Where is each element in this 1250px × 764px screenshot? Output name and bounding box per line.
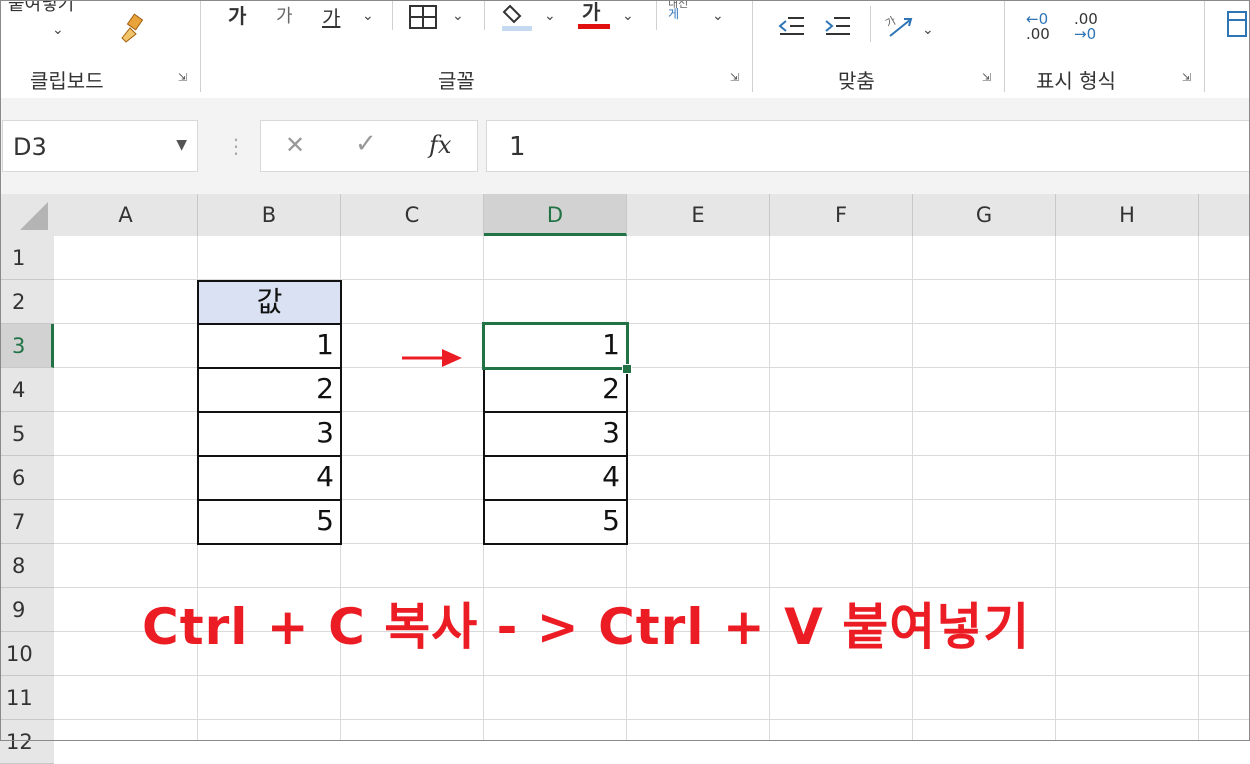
number-group-label: 표시 형식 [1036, 69, 1116, 93]
underline-button[interactable]: 가 [322, 2, 340, 31]
row-header-9[interactable]: 9 [0, 588, 54, 632]
column-header-F[interactable]: F [770, 194, 913, 236]
select-all-corner[interactable] [0, 194, 54, 236]
fill-handle[interactable] [622, 364, 632, 374]
font-group-label: 글꼴 [438, 69, 475, 93]
group-divider [200, 0, 201, 92]
decrease-decimal-icon[interactable]: .00 →0 [1074, 12, 1098, 42]
column-header-B[interactable]: B [198, 194, 341, 236]
spreadsheet-grid: A B C D E F G H 1 2 3 4 5 6 7 8 9 10 11 … [0, 174, 1250, 764]
row-header-5[interactable]: 5 [0, 412, 54, 456]
cell-D4[interactable]: 2 [483, 367, 628, 413]
format-painter-icon[interactable] [116, 12, 148, 48]
row-header-12[interactable]: 12 [0, 720, 54, 764]
cell-B7[interactable]: 5 [197, 499, 342, 545]
borders-chevron-icon[interactable]: ⌄ [452, 8, 464, 24]
row-header-10[interactable]: 10 [0, 632, 54, 676]
row-header-11[interactable]: 11 [0, 676, 54, 720]
divider [484, 0, 485, 30]
grid-top-gap [0, 174, 1250, 194]
phonetic-chevron-icon[interactable]: ⌄ [712, 8, 724, 24]
ribbon-footer [0, 98, 1250, 118]
cell-D6[interactable]: 4 [483, 455, 628, 501]
select-all-triangle-icon [20, 202, 48, 230]
column-header-H[interactable]: H [1056, 194, 1199, 236]
number-launcher-icon[interactable]: ⇲ [1182, 72, 1194, 84]
conditional-format-icon[interactable] [1226, 10, 1248, 42]
group-divider [752, 0, 753, 92]
instruction-annotation: Ctrl + C 복사 - > Ctrl + V 붙여넣기 [142, 598, 1031, 656]
font-launcher-icon[interactable]: ⇲ [730, 72, 742, 84]
enter-icon[interactable]: ✓ [355, 129, 377, 159]
column-header-D[interactable]: D [484, 194, 627, 236]
column-header-A[interactable]: A [54, 194, 198, 236]
increase-decimal-bottom: .00 [1026, 25, 1050, 43]
formula-bar-grip-icon[interactable]: ⋮ [226, 134, 246, 158]
gridline [54, 675, 1250, 676]
orientation-chevron-icon[interactable]: ⌄ [922, 22, 934, 38]
name-box-value: D3 [13, 133, 47, 161]
column-header-E[interactable]: E [627, 194, 770, 236]
borders-icon[interactable] [408, 4, 440, 34]
font-color-chevron-icon[interactable]: ⌄ [622, 8, 634, 24]
formula-input[interactable]: 1 [486, 120, 1250, 172]
row-header-7[interactable]: 7 [0, 500, 54, 544]
alignment-group-label: 맞춤 [838, 69, 875, 93]
font-color-button[interactable]: 가 [582, 0, 600, 25]
gridline [1055, 236, 1056, 741]
fill-color-icon[interactable] [500, 2, 534, 36]
group-divider [1204, 0, 1205, 92]
font-color-swatch [578, 24, 610, 29]
ribbon: 붙여넣기 ⌄ 클립보드 ⇲ 가 가 가 ⌄ ⌄ ⌄ 가 ⌄ 내선 게 ⌄ 글꼴 ⇲… [0, 0, 1250, 99]
row-header-8[interactable]: 8 [0, 544, 54, 588]
formula-value: 1 [509, 132, 526, 162]
cell-D5[interactable]: 3 [483, 411, 628, 457]
row-header-4[interactable]: 4 [0, 368, 54, 412]
insert-function-button[interactable]: fx [429, 131, 451, 159]
active-cell-selection [482, 322, 629, 370]
clipboard-group-label: 클립보드 [30, 69, 104, 93]
cell-B4[interactable]: 2 [197, 367, 342, 413]
gridline [769, 236, 770, 741]
increase-indent-icon[interactable] [822, 14, 852, 42]
cell-B3[interactable]: 1 [197, 323, 342, 369]
gridline [54, 719, 1250, 720]
cell-D7[interactable]: 5 [483, 499, 628, 545]
row-header-2[interactable]: 2 [0, 280, 54, 324]
row-header-3[interactable]: 3 [0, 324, 54, 368]
row-header-6[interactable]: 6 [0, 456, 54, 500]
name-box-dropdown-icon[interactable]: ▼ [176, 137, 187, 153]
column-header-C[interactable]: C [341, 194, 484, 236]
divider [392, 0, 393, 30]
gridline [912, 236, 913, 741]
cell-B6[interactable]: 4 [197, 455, 342, 501]
paste-button-label[interactable]: 붙여넣기 [8, 0, 74, 16]
clipboard-launcher-icon[interactable]: ⇲ [178, 72, 190, 84]
decrease-decimal-bottom: →0 [1074, 25, 1097, 43]
fill-color-chevron-icon[interactable]: ⌄ [544, 8, 556, 24]
increase-font-size-button[interactable]: 가 [228, 0, 246, 29]
decrease-indent-icon[interactable] [776, 14, 806, 42]
group-divider [1004, 0, 1005, 92]
red-arrow-icon [402, 349, 462, 367]
divider [656, 0, 657, 30]
alignment-launcher-icon[interactable]: ⇲ [982, 72, 994, 84]
column-header-G[interactable]: G [913, 194, 1056, 236]
increase-decimal-icon[interactable]: ←0.00 [1026, 12, 1050, 42]
phonetic-guide-icon[interactable]: 내선 게 [668, 0, 688, 20]
cell-B5[interactable]: 3 [197, 411, 342, 457]
divider [870, 6, 871, 42]
formula-actions: ✕ ✓ fx [260, 120, 478, 172]
svg-text:가: 가 [884, 14, 898, 30]
decrease-font-size-button[interactable]: 가 [276, 2, 293, 28]
cancel-icon[interactable]: ✕ [285, 131, 305, 159]
gridline [1198, 236, 1199, 741]
underline-chevron-icon[interactable]: ⌄ [362, 8, 374, 24]
name-box[interactable]: D3 ▼ [2, 120, 198, 172]
column-header-next[interactable] [1199, 194, 1250, 236]
cell-B2-header[interactable]: 값 [197, 280, 342, 325]
row-header-1[interactable]: 1 [0, 236, 54, 280]
orientation-icon[interactable]: 가 [883, 10, 916, 44]
paste-dropdown-chevron-icon[interactable]: ⌄ [52, 22, 64, 38]
